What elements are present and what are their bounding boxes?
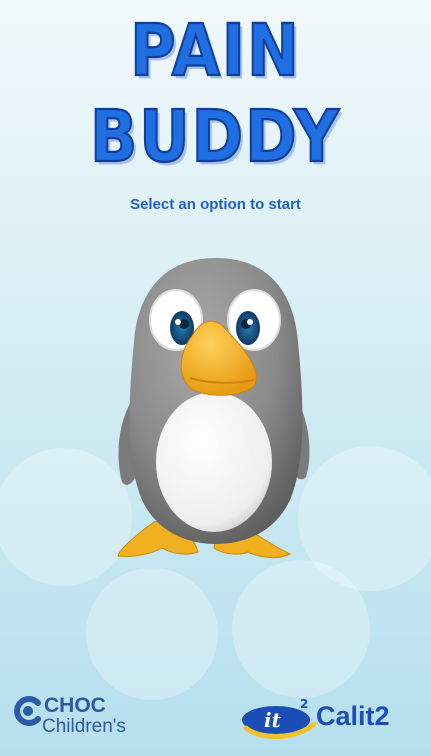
start-prompt: Select an option to start — [130, 196, 301, 213]
choc-name: CHOC — [44, 694, 106, 717]
choc-emblem-icon — [14, 696, 41, 726]
choc-childrens-logo: CHOC Children's — [12, 694, 162, 744]
calit2-name: Calit2 — [316, 701, 390, 731]
app-title-line1: PAIN — [129, 7, 301, 93]
calit2-logo: it 2 Calit2 — [240, 692, 425, 744]
penguin-belly — [156, 392, 272, 532]
calit2-emblem-icon: it 2 — [242, 697, 317, 740]
calit2-superscript: 2 — [300, 697, 308, 711]
app-title-line2: BUDDY — [89, 93, 341, 179]
calit2-emblem-text: it — [264, 708, 282, 732]
choc-childrens: Children's — [42, 716, 126, 737]
penguin-mascot[interactable] — [110, 252, 322, 564]
background-bubble — [232, 560, 370, 698]
background-bubble — [86, 568, 218, 700]
